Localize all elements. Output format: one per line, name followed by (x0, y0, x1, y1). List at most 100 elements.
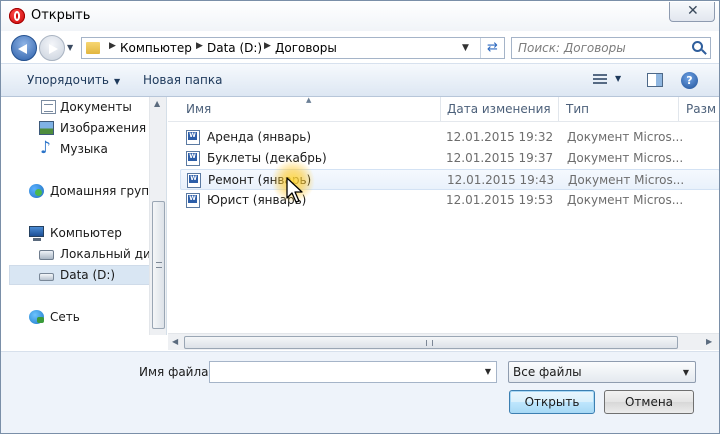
word-document-icon (187, 173, 201, 188)
view-options-icon[interactable] (593, 74, 607, 86)
preview-pane-icon[interactable] (647, 73, 663, 87)
navigation-pane: Документы Изображения Музыка Домашняя гр… (1, 97, 167, 335)
new-folder-button[interactable]: Новая папка (143, 73, 222, 87)
folder-icon (86, 42, 100, 54)
homegroup-icon (29, 184, 44, 198)
chevron-down-icon: ▼ (682, 368, 689, 377)
file-type: Документ Micros... (567, 130, 684, 144)
nav-item-label: Локальный диск (60, 247, 149, 261)
file-type: Документ Micros... (567, 193, 684, 207)
window-title: Открыть (31, 8, 91, 23)
file-list: ▲ Имя Дата изменения Тип Разм Аренда (ян… (168, 96, 719, 350)
column-separator[interactable] (678, 97, 679, 121)
view-dropdown-icon[interactable]: ▼ (615, 74, 621, 83)
open-button[interactable]: Открыть (509, 390, 595, 414)
nav-item-data-drive[interactable]: Data (D:) (9, 265, 150, 285)
title-bar[interactable]: Открыть ✕ (1, 1, 719, 31)
nav-item-network[interactable]: Сеть (1, 307, 149, 327)
address-dropdown-icon[interactable]: ▼ (462, 43, 469, 53)
nav-item-pictures[interactable]: Изображения (1, 118, 149, 138)
nav-item-label: Музыка (60, 142, 108, 156)
file-date: 12.01.2015 19:32 (446, 130, 554, 144)
nav-item-label: Изображения (60, 121, 147, 135)
nav-item-music[interactable]: Музыка (1, 139, 149, 159)
filename-input[interactable] (213, 364, 473, 380)
column-header-row: ▲ Имя Дата изменения Тип Разм (168, 96, 719, 122)
computer-icon (29, 226, 44, 241)
command-toolbar: Упорядочить ▼ Новая папка ▼ ? (1, 63, 719, 97)
grip-icon (156, 262, 162, 268)
nav-item-homegroup[interactable]: Домашняя группа (1, 181, 149, 201)
breadcrumb-drive[interactable]: Data (D:) (207, 41, 262, 55)
forward-button[interactable] (39, 35, 65, 61)
file-name: Буклеты (декабрь) (207, 151, 327, 165)
file-date: 12.01.2015 19:43 (447, 173, 555, 187)
network-icon (29, 310, 44, 324)
help-icon[interactable]: ? (681, 72, 698, 89)
music-icon (39, 139, 54, 158)
scrollbar-thumb[interactable] (184, 336, 678, 349)
filename-label: Имя файла: (139, 365, 213, 379)
search-box[interactable] (511, 37, 711, 59)
cancel-button[interactable]: Отмена (604, 390, 694, 414)
chevron-down-icon[interactable]: ▼ (485, 367, 491, 376)
search-icon[interactable] (692, 41, 703, 52)
organize-button[interactable]: Упорядочить ▼ (27, 73, 120, 87)
breadcrumb-arrow-icon[interactable]: ▶ (264, 41, 271, 51)
file-name: Ремонт (январь) (208, 173, 312, 187)
grip-icon (426, 340, 433, 346)
search-input[interactable] (518, 40, 688, 56)
scrollbar-thumb[interactable] (152, 201, 165, 329)
breadcrumb-folder[interactable]: Договоры (275, 41, 337, 55)
back-button[interactable] (11, 35, 37, 61)
refresh-icon[interactable]: ⇄ (480, 38, 504, 58)
pictures-icon (39, 121, 54, 135)
nav-item-label: Документы (60, 100, 132, 114)
file-name: Юрист (январь) (207, 193, 307, 207)
nav-item-label: Сеть (50, 310, 80, 324)
scroll-up-icon[interactable]: ▲ (154, 99, 160, 108)
file-list-horizontal-scrollbar[interactable]: ◀ ▶ (168, 333, 719, 350)
close-icon: ✕ (687, 3, 699, 19)
word-document-icon (186, 130, 200, 145)
breadcrumb-computer[interactable]: Компьютер (120, 41, 192, 55)
filename-combobox[interactable]: ▼ (209, 361, 497, 383)
column-type[interactable]: Тип (566, 102, 589, 116)
file-row[interactable]: Буклеты (декабрь) 12.01.2015 19:37 Докум… (180, 148, 719, 169)
drive-icon (39, 273, 54, 281)
opera-app-icon (9, 8, 25, 24)
file-row[interactable]: Юрист (январь) 12.01.2015 19:53 Документ… (180, 190, 719, 211)
word-document-icon (186, 193, 200, 208)
nav-item-computer[interactable]: Компьютер (1, 223, 149, 243)
file-row[interactable]: Аренда (январь) 12.01.2015 19:32 Докумен… (180, 127, 719, 148)
documents-icon (41, 100, 56, 114)
close-button[interactable]: ✕ (669, 2, 715, 22)
recent-locations-dropdown-icon[interactable]: ▼ (67, 43, 77, 53)
column-separator[interactable] (440, 97, 441, 121)
navigation-scrollbar[interactable]: ▲ (149, 97, 166, 335)
chevron-down-icon: ▼ (113, 77, 121, 86)
column-separator[interactable] (558, 97, 559, 121)
organize-label: Упорядочить (27, 73, 109, 87)
file-type: Документ Micros... (567, 151, 684, 165)
column-size[interactable]: Разм (686, 102, 716, 116)
scroll-left-icon[interactable]: ◀ (172, 337, 178, 346)
scroll-right-icon[interactable]: ▶ (706, 337, 712, 346)
nav-item-label: Data (D:) (60, 268, 116, 282)
file-row-hovered[interactable]: Ремонт (январь) 12.01.2015 19:43 Докумен… (180, 169, 719, 190)
dialog-footer: Имя файла: ▼ Все файлы ▼ Открыть Отмена (1, 351, 719, 433)
nav-item-label: Компьютер (50, 226, 122, 240)
file-name: Аренда (январь) (207, 130, 312, 144)
nav-item-label: Домашняя группа (50, 184, 149, 198)
column-date[interactable]: Дата изменения (447, 102, 551, 116)
sort-ascending-icon: ▲ (306, 96, 312, 104)
nav-item-documents[interactable]: Документы (1, 97, 149, 117)
file-type-filter-select[interactable]: Все файлы ▼ (508, 361, 696, 383)
local-disk-icon (39, 250, 54, 260)
word-document-icon (186, 151, 200, 166)
breadcrumb-arrow-icon[interactable]: ▶ (196, 41, 203, 51)
breadcrumb-arrow-icon[interactable]: ▶ (109, 41, 116, 51)
address-bar[interactable]: ▶ Компьютер ▶ Data (D:) ▶ Договоры ▼ ⇄ (81, 37, 505, 59)
column-name[interactable]: Имя (186, 102, 211, 116)
nav-item-local-disk[interactable]: Локальный диск (1, 244, 149, 264)
